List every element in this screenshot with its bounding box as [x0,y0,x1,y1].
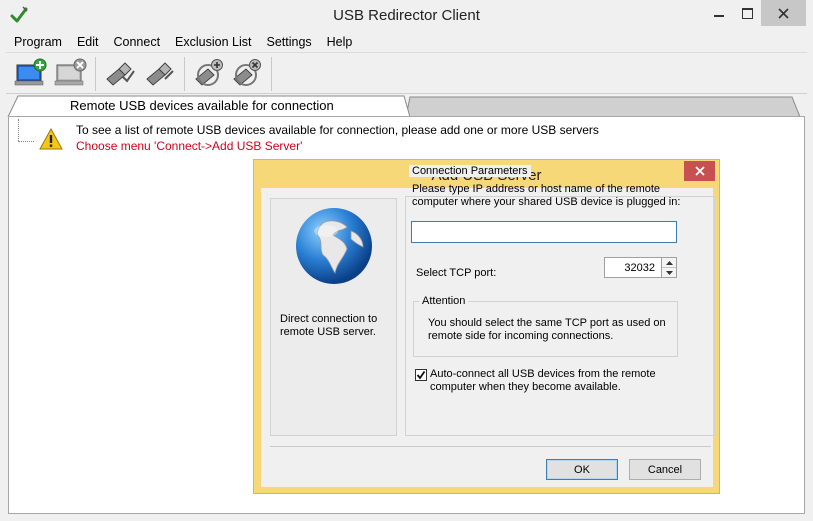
window-title: USB Redirector Client [333,7,480,24]
connect-device-button[interactable] [101,55,139,91]
menu-help[interactable]: Help [319,35,360,49]
empty-list-hint: Choose menu 'Connect->Add USB Server' [76,139,303,153]
remove-exclusion-icon [233,59,261,86]
remove-server-button[interactable] [52,55,90,91]
menu-program[interactable]: Program [6,35,69,49]
tcp-port-label: Select TCP port: [416,267,497,279]
toolbar-separator [184,57,185,91]
toolbar-separator [271,57,272,91]
attention-legend: Attention [419,295,469,307]
add-server-icon [14,58,47,86]
maximize-icon [741,7,753,19]
close-icon [778,7,789,19]
menu-bar: Program Edit Connect Exclusion List Sett… [6,32,807,52]
auto-connect-checkbox[interactable] [415,369,427,381]
add-server-button[interactable] [12,55,50,91]
tcp-port-spinner [662,257,677,278]
arrow-up-icon [665,260,673,265]
dialog-divider [270,446,711,447]
checkmark-icon [416,370,426,380]
minimize-button[interactable] [706,0,732,26]
ok-button[interactable]: OK [546,459,618,480]
disconnect-device-icon [146,62,174,86]
arrow-down-icon [665,271,673,275]
host-description: Please type IP address or host name of t… [412,183,681,208]
minimize-icon [714,15,724,17]
disconnect-device-button[interactable] [141,55,179,91]
add-exclusion-icon [195,59,223,86]
connection-type-panel: Direct connection to remote USB server. [270,198,397,436]
connect-device-icon [106,62,135,86]
cancel-button[interactable]: Cancel [629,459,701,480]
remove-exclusion-button[interactable] [228,55,266,91]
add-usb-server-dialog: Add USB Server Direct connection to remo… [253,159,720,494]
empty-list-message: To see a list of remote USB devices avai… [76,123,599,137]
tree-connector [18,141,34,142]
tree-connector [18,119,19,141]
connection-parameters-legend: Connection Parameters [409,165,531,177]
menu-connect[interactable]: Connect [105,35,167,49]
dialog-close-button[interactable] [684,161,715,181]
tcp-port-input[interactable] [604,257,662,278]
add-exclusion-button[interactable] [190,55,228,91]
menu-settings[interactable]: Settings [258,35,318,49]
menu-edit[interactable]: Edit [69,35,106,49]
maximize-button[interactable] [734,0,760,26]
auto-connect-label[interactable]: Auto-connect all USB devices from the re… [430,368,675,394]
remove-server-icon [54,58,87,86]
menu-exclusion-list[interactable]: Exclusion List [167,35,258,49]
title-bar: USB Redirector Client [0,0,813,32]
close-button[interactable] [761,0,806,26]
toolbar-separator [95,57,96,91]
port-increment-button[interactable] [662,258,676,268]
host-input[interactable] [411,221,677,243]
attention-text: You should select the same TCP port as u… [428,317,666,342]
connection-type-caption: Direct connection to remote USB server. [280,313,378,338]
toolbar [6,52,807,94]
globe-icon [296,208,372,284]
tab-remote-devices[interactable]: Remote USB devices available for connect… [70,98,334,113]
port-decrement-button[interactable] [662,268,676,278]
warning-icon [39,128,63,150]
close-icon [694,166,705,176]
